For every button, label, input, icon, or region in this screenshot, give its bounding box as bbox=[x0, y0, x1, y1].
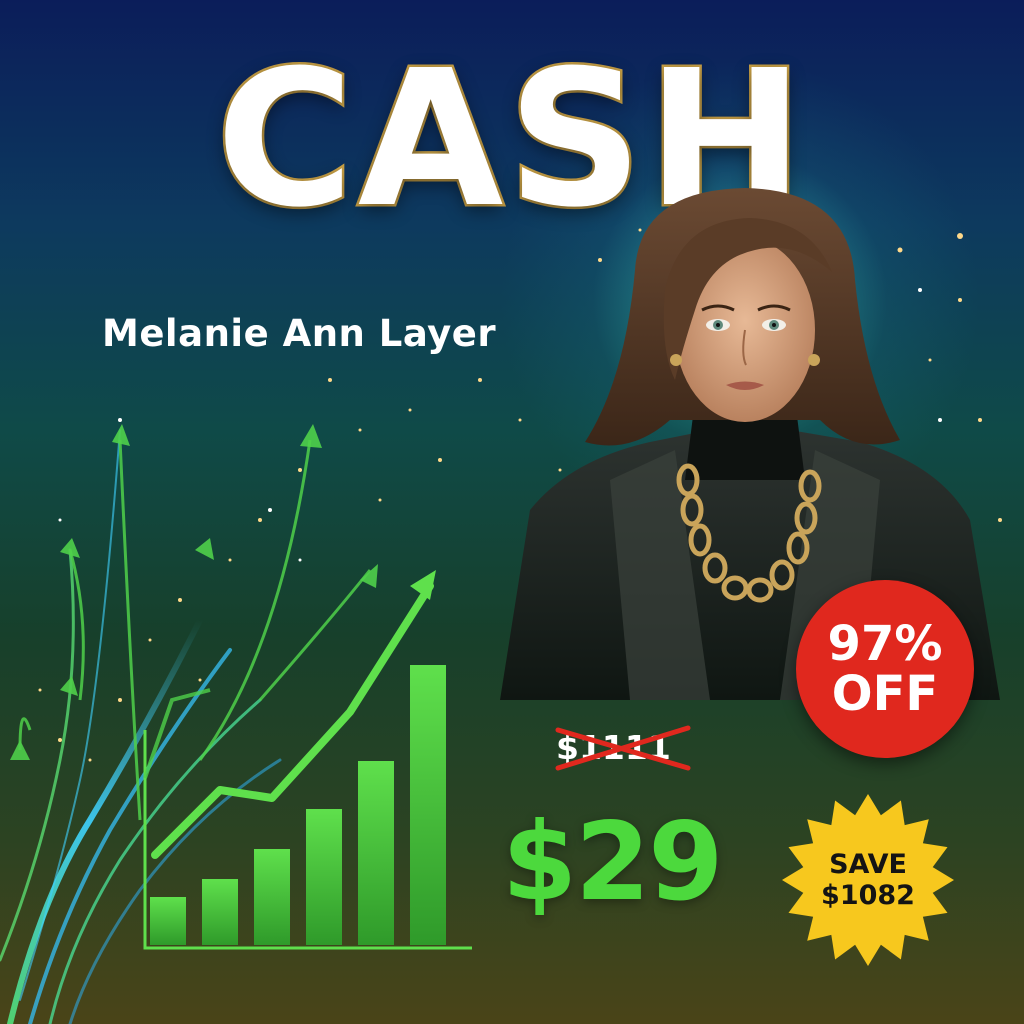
discount-label: OFF bbox=[831, 666, 939, 722]
growth-chart bbox=[0, 424, 472, 1024]
strikethrough-icon bbox=[555, 725, 691, 771]
savings-badge: SAVE $1082 bbox=[780, 792, 956, 968]
chart-bar bbox=[358, 761, 394, 945]
chart-bar bbox=[150, 897, 186, 945]
savings-amount: $1082 bbox=[821, 880, 915, 911]
discount-badge: 97% OFF bbox=[796, 580, 974, 758]
upward-arrow-icon bbox=[112, 424, 130, 446]
author-name: Melanie Ann Layer bbox=[102, 312, 497, 355]
discount-percent: 97% bbox=[827, 616, 943, 672]
chart-bar bbox=[410, 665, 446, 945]
book-cover: CASH Melanie Ann Layer $29 97% OFF SAVE … bbox=[0, 0, 1024, 1024]
savings-label: SAVE bbox=[829, 849, 907, 880]
chart-bar bbox=[202, 879, 238, 945]
chart-bar bbox=[254, 849, 290, 945]
sale-price: $29 bbox=[502, 800, 723, 925]
chart-bar bbox=[306, 809, 342, 945]
